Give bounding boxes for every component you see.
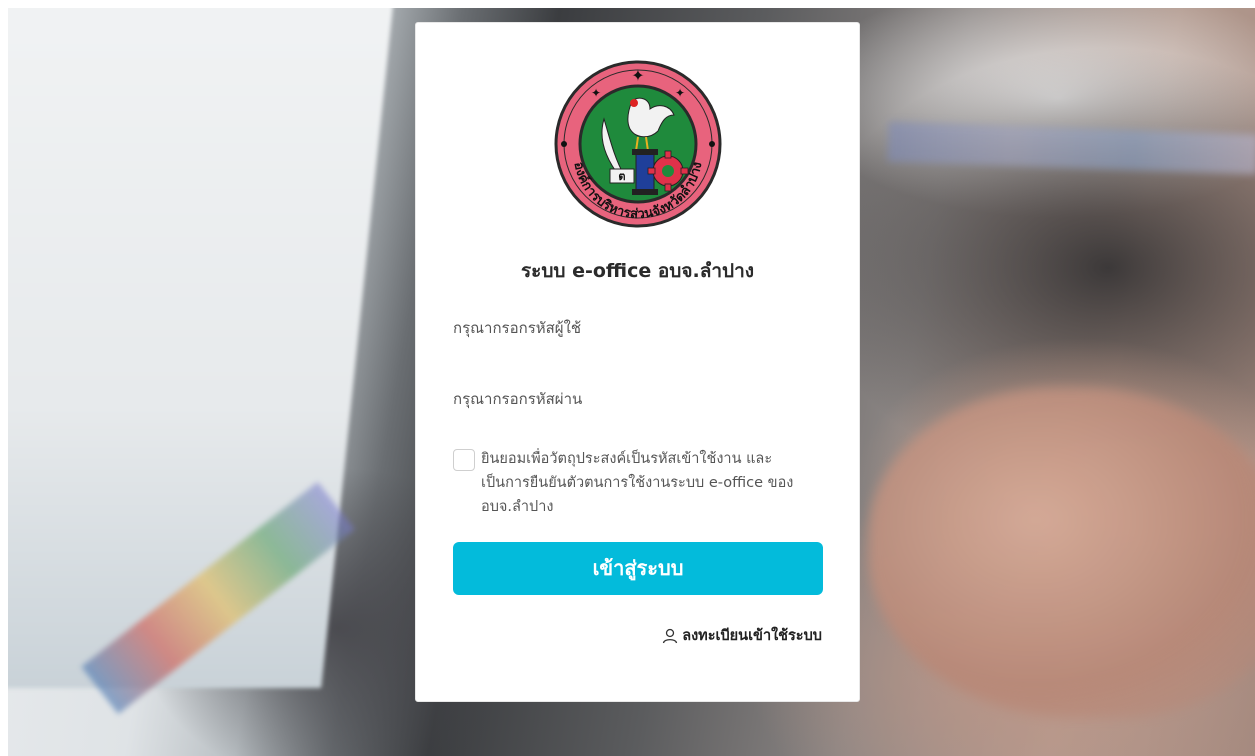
emblem-icon: องค์การบริหารส่วนจังหวัดลำปาง ✦ ✦ ✦ ต [554,59,722,229]
register-link[interactable]: ลงทะเบียนเข้าใช้ระบบ [662,624,822,647]
login-button[interactable]: เข้าสู่ระบบ [453,542,823,595]
password-input[interactable] [453,379,823,419]
consent-label: ยินยอมเพื่อวัตถุประสงค์เป็นรหัสเข้าใช้งา… [481,451,794,515]
consent-checkbox[interactable] [453,449,475,471]
svg-text:ต: ต [618,170,625,183]
user-icon [662,628,678,644]
username-input[interactable] [453,308,823,348]
page-title: ระบบ e-office อบจ.ลำปาง [520,260,755,282]
svg-text:✦: ✦ [631,66,644,85]
hand-blur [868,388,1255,718]
svg-text:✦: ✦ [675,86,685,100]
svg-text:✦: ✦ [591,86,601,100]
register-label: ลงทะเบียนเข้าใช้ระบบ [682,628,822,644]
login-card: องค์การบริหารส่วนจังหวัดลำปาง ✦ ✦ ✦ ต ระ… [415,22,860,702]
monitor-glare [887,121,1255,175]
